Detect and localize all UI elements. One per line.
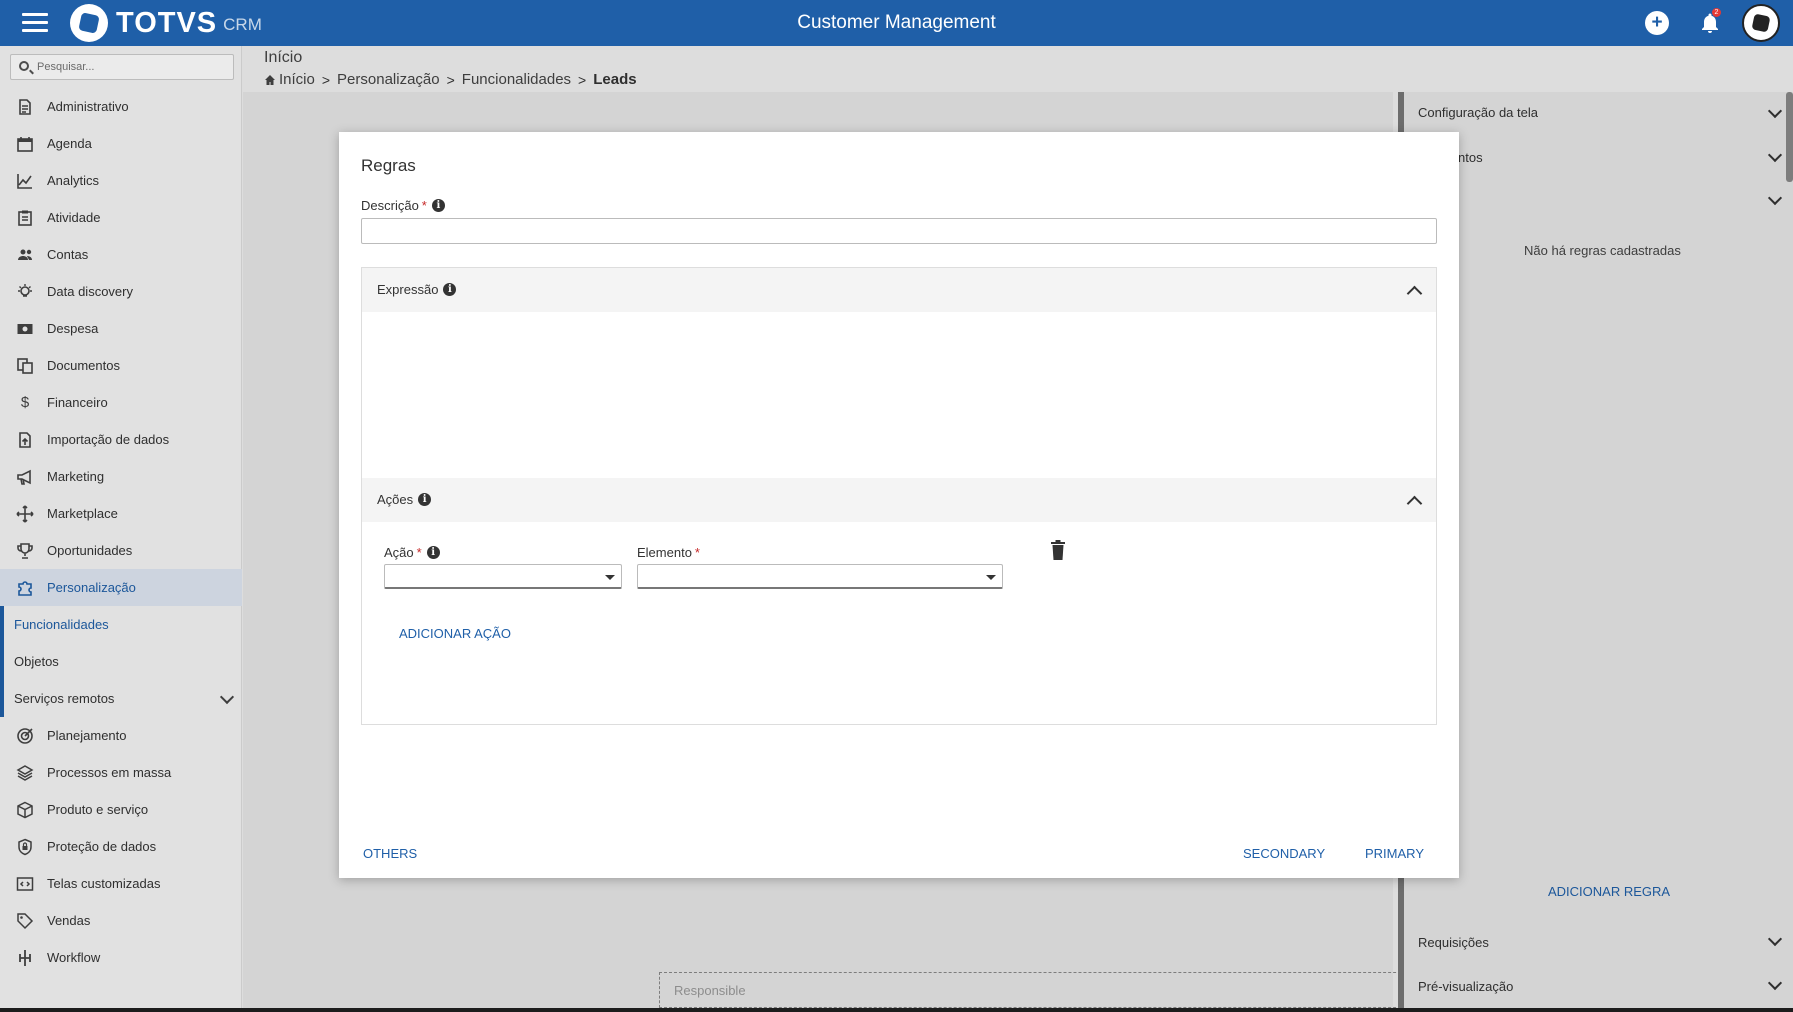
action-label-text: Ação: [384, 545, 414, 560]
others-button[interactable]: OTHERS: [363, 846, 417, 861]
action-select[interactable]: [384, 564, 622, 589]
primary-button[interactable]: PRIMARY: [1365, 846, 1424, 861]
info-icon[interactable]: i: [418, 493, 432, 506]
app-title: Customer Management: [797, 12, 996, 33]
description-label: Descrição * i: [361, 198, 445, 213]
taskbar-edge: [0, 1008, 1793, 1012]
element-label-text: Elemento: [637, 545, 692, 560]
description-label-text: Descrição: [361, 198, 419, 213]
required-mark: *: [416, 545, 422, 560]
top-bar: TOTVS CRM Customer Management + 2: [0, 0, 1793, 46]
caret-down-icon: [605, 575, 615, 580]
trash-icon[interactable]: [1051, 540, 1065, 560]
info-icon[interactable]: i: [426, 546, 440, 559]
add-icon[interactable]: +: [1645, 11, 1669, 35]
actions-title: Ações i: [377, 492, 432, 507]
info-icon[interactable]: i: [443, 283, 457, 296]
actions-section-header[interactable]: Ações i: [362, 478, 1436, 522]
chevron-up-icon[interactable]: [1406, 495, 1423, 512]
description-input[interactable]: [361, 218, 1437, 244]
expression-title-text: Expressão: [377, 282, 439, 297]
info-icon[interactable]: i: [431, 199, 445, 212]
app-window: TOTVS CRM Customer Management + 2 Admini…: [0, 0, 1793, 1008]
modal-title: Regras: [361, 156, 416, 175]
user-avatar[interactable]: [1742, 4, 1780, 42]
add-action-button[interactable]: ADICIONAR AÇÃO: [399, 626, 511, 641]
element-label: Elemento *: [637, 545, 700, 560]
element-select[interactable]: [637, 564, 1003, 589]
secondary-button[interactable]: SECONDARY: [1243, 846, 1325, 861]
chevron-up-icon[interactable]: [1406, 285, 1423, 302]
caret-down-icon: [986, 575, 996, 580]
actions-title-text: Ações: [377, 492, 414, 507]
notification-badge: 2: [1712, 8, 1721, 17]
rules-sections: Expressão i Ações i Ação * i Elemento * …: [361, 267, 1437, 725]
action-label: Ação * i: [384, 545, 440, 560]
expression-title: Expressão i: [377, 282, 457, 297]
expression-section-header[interactable]: Expressão i: [362, 268, 1436, 312]
required-mark: *: [694, 545, 700, 560]
required-mark: *: [421, 198, 427, 213]
rules-modal: Regras Descrição * i Expressão i Ações i: [339, 132, 1459, 878]
